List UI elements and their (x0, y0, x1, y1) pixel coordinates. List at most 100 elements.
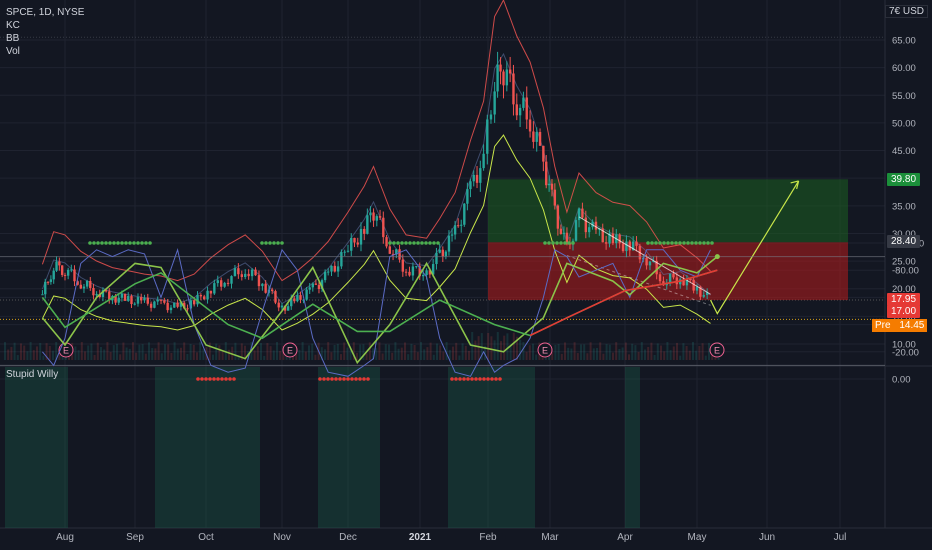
volume-bar (439, 345, 442, 360)
candle-body (621, 243, 625, 252)
volume-bar (695, 350, 698, 360)
volume-bar (442, 351, 445, 360)
study-label-vol[interactable]: Vol (6, 45, 84, 58)
earnings-marker[interactable]: E (58, 342, 74, 358)
volume-bar (605, 344, 608, 360)
candle-body (668, 273, 672, 283)
volume-bar (519, 339, 522, 360)
candle-body (73, 269, 76, 282)
willy-signal-dot (272, 241, 276, 245)
price-axis-tick: 45.00 (892, 146, 916, 157)
volume-bar (400, 347, 403, 360)
candle-body (127, 296, 130, 301)
candle-body (618, 234, 621, 244)
time-axis-tick: Aug (56, 532, 74, 543)
willy-signal-dot (220, 377, 224, 381)
willy-signal-dot (428, 241, 432, 245)
volume-bar (663, 351, 666, 360)
study-label-kc[interactable]: KC (6, 19, 84, 32)
price-chart[interactable]: EEEE10.0015.0020.0025.0030.0035.0040.004… (0, 0, 932, 550)
time-axis-tick: 2021 (409, 532, 432, 543)
volume-bar (256, 346, 259, 360)
currency-selector[interactable]: 7€ USD (884, 5, 928, 18)
candle-body (82, 286, 86, 289)
symbol-label[interactable]: SPCE, 1D, NYSE (6, 6, 84, 19)
volume-bar (39, 342, 42, 360)
candle-body (333, 265, 336, 272)
candle-body (538, 131, 542, 146)
volume-bar (528, 345, 531, 360)
candle-body (350, 237, 353, 251)
willy-signal-dot (666, 241, 670, 245)
candle-body (79, 284, 83, 289)
volume-bar (10, 346, 13, 360)
willy-signal-dot (474, 377, 478, 381)
volume-bar (692, 342, 694, 360)
volume-bar (704, 355, 707, 360)
willy-signal-dot (342, 377, 346, 381)
earnings-marker[interactable]: E (709, 342, 725, 358)
volume-bar (468, 350, 470, 360)
candle-body (556, 205, 560, 229)
willy-signal-dot (334, 377, 338, 381)
candle-body (327, 271, 330, 273)
volume-bar (42, 355, 45, 360)
candle-body (311, 283, 314, 288)
volume-bar (391, 352, 394, 360)
candle-body (130, 296, 133, 305)
volume-bar (112, 345, 115, 360)
volume-bar (429, 342, 432, 360)
candle-body (353, 237, 356, 243)
willy-signal-dot (690, 241, 694, 245)
willy-signal-dot (388, 241, 392, 245)
candle-body (286, 306, 290, 311)
volume-bar (301, 342, 304, 360)
volume-bar (180, 347, 182, 360)
volume-bar (413, 344, 416, 360)
willy-signal-dot (318, 377, 322, 381)
candle-body (438, 249, 441, 253)
candle-body (547, 183, 551, 186)
volume-bar (618, 348, 621, 360)
candle-body (372, 212, 375, 221)
volume-bar (461, 343, 464, 360)
candle-body (192, 300, 196, 305)
volume-bar (192, 344, 195, 360)
volume-bar (138, 344, 141, 360)
willy-signal-dot (88, 241, 92, 245)
willy-signal-dot (216, 377, 220, 381)
willy-signal-dot (571, 241, 575, 245)
willy-axis-tick: -20.00 (892, 347, 919, 358)
candle-body (378, 216, 382, 218)
willy-signal-dot (396, 241, 400, 245)
candle-body (308, 287, 311, 290)
willy-signal-dot (322, 377, 326, 381)
candle-body (60, 265, 64, 275)
volume-bar (631, 343, 634, 360)
candle-body (293, 298, 296, 302)
earnings-marker[interactable]: E (282, 342, 298, 358)
volume-bar (525, 351, 528, 360)
volume-bar (221, 351, 224, 360)
candle-body (89, 280, 92, 288)
volume-bar (685, 345, 688, 360)
volume-bar (666, 342, 669, 360)
candle-body (336, 266, 340, 272)
willy-signal-dot (710, 241, 714, 245)
candle-body (123, 293, 127, 301)
earnings-marker[interactable]: E (537, 342, 553, 358)
candle-body (550, 183, 554, 190)
volume-bar (368, 342, 371, 360)
volume-bar (212, 354, 214, 360)
study-label-bb[interactable]: BB (6, 32, 84, 45)
price-axis-tick: 50.00 (892, 118, 916, 129)
earnings-label: E (63, 346, 69, 356)
willy-signal-dot (706, 241, 710, 245)
candle-body (343, 251, 346, 253)
candle-body (553, 189, 557, 206)
willy-signal-dot (260, 241, 264, 245)
volume-bars (4, 332, 720, 360)
candle-body (535, 131, 538, 142)
indicator-title[interactable]: Stupid Willy (6, 369, 58, 380)
willy-signal-dot (555, 241, 559, 245)
